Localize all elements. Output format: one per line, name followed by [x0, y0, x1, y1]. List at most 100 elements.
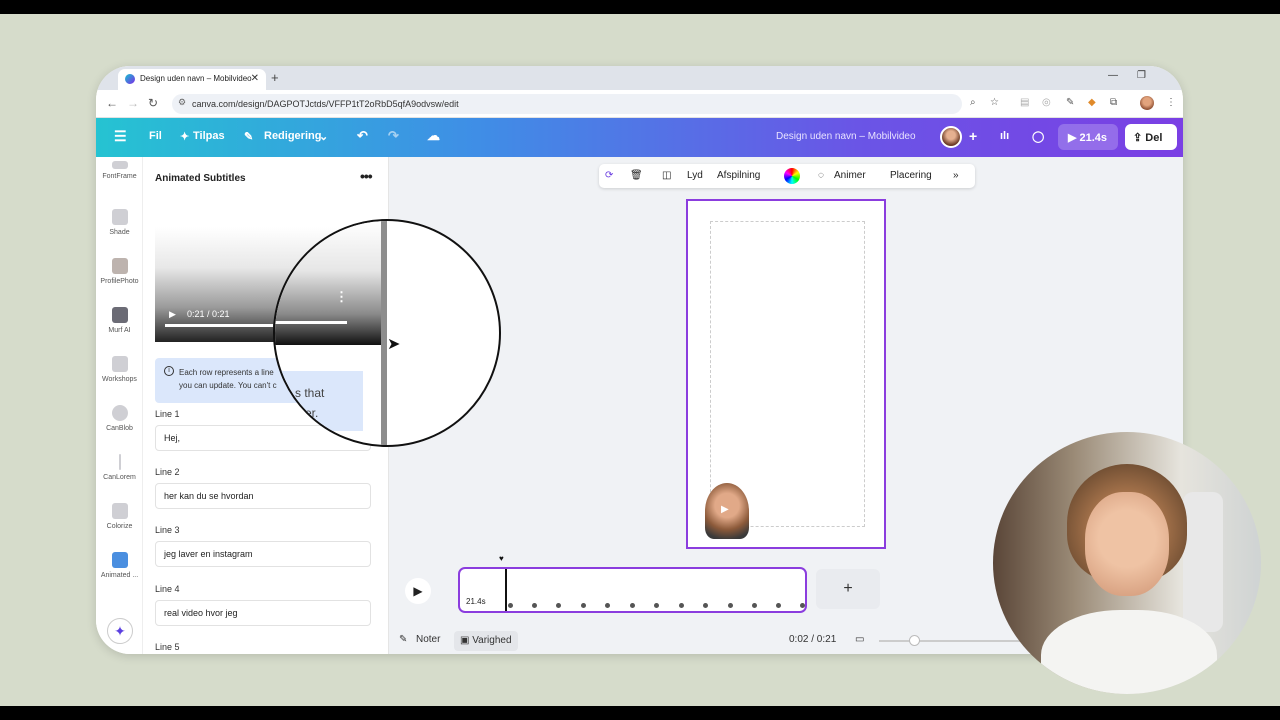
sidebar-item-canblob[interactable]: CanBlob [96, 405, 143, 432]
sidebar-item-animated-subtitles[interactable]: Animated ... [96, 552, 143, 579]
new-tab-icon[interactable]: + [271, 70, 279, 85]
line-2-input[interactable]: her kan du se hvordan [155, 483, 371, 509]
subtitle-marker [532, 603, 537, 608]
line-3-input[interactable]: jeg laver en instagram [155, 541, 371, 567]
subtitle-marker [728, 603, 733, 608]
position-button[interactable]: Placering [890, 170, 932, 181]
extension-fire-icon[interactable]: ◆ [1088, 97, 1096, 108]
page-view-icon[interactable]: ▭ [855, 634, 864, 645]
playhead[interactable] [505, 569, 507, 611]
sidebar-item-murf-ai[interactable]: Murf AI [96, 307, 143, 334]
subtitle-marker [605, 603, 610, 608]
more-options-icon[interactable]: ••• [360, 168, 373, 184]
sidebar-item-workshops[interactable]: Workshops [96, 356, 143, 383]
url-field[interactable]: ⚙ canva.com/design/DAGPOTJctds/VFFP1tT2o… [172, 94, 962, 114]
comment-icon[interactable]: ◯ [1032, 130, 1044, 143]
notes-icon: ✎ [399, 634, 408, 645]
sidebar-item-label: CanBlob [106, 425, 133, 432]
animate-button[interactable]: Animer [834, 170, 866, 181]
subtitle-marker [679, 603, 684, 608]
editing-mode-dropdown[interactable]: Redigering [264, 130, 321, 142]
add-page-button[interactable]: + [816, 569, 880, 609]
design-canvas[interactable]: ▶ [686, 199, 886, 549]
magnified-text-1: s that [295, 386, 325, 400]
workshops-icon [111, 356, 128, 372]
chevron-down-icon: ⌄ [319, 131, 329, 143]
shade-icon [111, 209, 128, 225]
site-info-icon[interactable]: ⚙ [178, 97, 186, 108]
minimize-icon[interactable]: — [1108, 70, 1118, 81]
collaborator-avatar[interactable] [940, 126, 962, 148]
file-menu[interactable]: Fil [149, 130, 162, 142]
undo-icon[interactable]: ↶ [357, 128, 368, 144]
browser-menu-icon[interactable]: ⋮ [1166, 97, 1176, 108]
extension-compass-icon[interactable]: ◎ [1042, 97, 1051, 108]
address-bar-row: ← → ↻ ⚙ canva.com/design/DAGPOTJctds/VFF… [96, 90, 1183, 118]
cloud-saved-icon[interactable]: ☁ [427, 128, 440, 144]
sidebar-item-profilephoto[interactable]: ProfilePhoto [96, 258, 143, 285]
more-chevrons-icon[interactable]: » [953, 170, 959, 181]
canblob-icon [111, 405, 128, 421]
zoom-icon[interactable]: ⌕ [970, 97, 976, 108]
redo-icon[interactable]: ↷ [388, 128, 399, 144]
sidebar-item-shade[interactable]: Shade [96, 209, 143, 236]
subtitle-marker [800, 603, 805, 608]
playhead-marker-icon[interactable]: ♥ [499, 554, 504, 563]
zoom-slider[interactable] [879, 635, 1039, 646]
share-button[interactable]: ⇪ Del [1125, 124, 1177, 150]
audio-button[interactable]: Lyd [687, 170, 703, 181]
delete-icon[interactable]: 🗑 [630, 170, 643, 181]
color-picker-icon[interactable] [784, 168, 800, 184]
colorize-icon [111, 503, 128, 519]
browser-tab[interactable]: Design uden navn – Mobilvideo ✕ [118, 69, 266, 90]
extension-pen-icon[interactable]: ✎ [1066, 97, 1074, 108]
menu-icon[interactable]: ☰ [114, 128, 127, 145]
reload-icon[interactable]: ↻ [148, 96, 158, 110]
video-element-play-icon[interactable]: ▶ [721, 504, 729, 515]
tab-title: Design uden navn – Mobilvideo [140, 74, 252, 83]
timeline-clip[interactable]: 21.4s [458, 567, 807, 613]
sidebar-item-colorize[interactable]: Colorize [96, 503, 143, 530]
subtitle-marker [776, 603, 781, 608]
magnified-text-2: ater. [295, 406, 319, 420]
tab-close-icon[interactable]: ✕ [251, 73, 259, 84]
sidebar-item-label: Animated ... [100, 572, 139, 579]
profile-avatar[interactable] [1140, 96, 1154, 110]
flip-icon[interactable]: ◫ [662, 170, 671, 181]
line-4-input[interactable]: real video hvor jeg [155, 600, 371, 626]
forward-icon[interactable]: → [127, 96, 139, 110]
url-text: canva.com/design/DAGPOTJctds/VFFP1tT2oRb… [192, 99, 459, 109]
edit-pencil-icon: ✎ [244, 131, 254, 143]
profilephoto-icon [111, 258, 128, 274]
notes-button[interactable]: Noter [416, 634, 440, 645]
video-progress-bar[interactable] [165, 324, 273, 327]
bookmark-star-icon[interactable]: ☆ [990, 97, 999, 108]
present-play-button[interactable]: ▶ 21.4s [1058, 124, 1118, 150]
extension-icon[interactable]: ▤ [1020, 97, 1029, 108]
zoom-slider-knob[interactable] [909, 635, 920, 646]
back-icon[interactable]: ← [106, 96, 118, 110]
add-collaborator-icon[interactable]: + [969, 128, 977, 144]
restore-icon[interactable]: ❐ [1137, 70, 1146, 81]
line-3-label: Line 3 [155, 525, 180, 535]
magic-switch-icon[interactable]: ⟳ [605, 170, 613, 181]
canlorem-icon [118, 454, 121, 470]
duration-toggle[interactable]: ▣ Varighed [454, 631, 518, 651]
insights-chart-icon[interactable]: ılı [1000, 130, 1009, 142]
sidebar-item-canlorem[interactable]: CanLorem [96, 454, 143, 481]
extensions-puzzle-icon[interactable]: ⧉ [1110, 97, 1117, 108]
safe-area-guide [710, 221, 865, 527]
sidebar-item-label: Murf AI [108, 327, 131, 334]
timeline-play-button[interactable]: ▶ [405, 578, 431, 604]
animate-icon: ◌ [818, 170, 824, 181]
magnified-more-icon: ⋮ [335, 289, 348, 304]
magic-sparkle-icon[interactable]: ✦ [107, 618, 133, 644]
sidebar-item-fontframe[interactable]: FontFrame [96, 161, 143, 180]
share-label: Del [1145, 132, 1163, 144]
line-5-label: Line 5 [155, 642, 180, 652]
clip-duration: 21.4s [466, 597, 486, 606]
video-play-icon[interactable]: ▶ [169, 309, 176, 320]
document-title[interactable]: Design uden navn – Mobilvideo [776, 131, 916, 142]
resize-button[interactable]: Tilpas [193, 130, 225, 142]
playback-button[interactable]: Afspilning [717, 170, 760, 181]
